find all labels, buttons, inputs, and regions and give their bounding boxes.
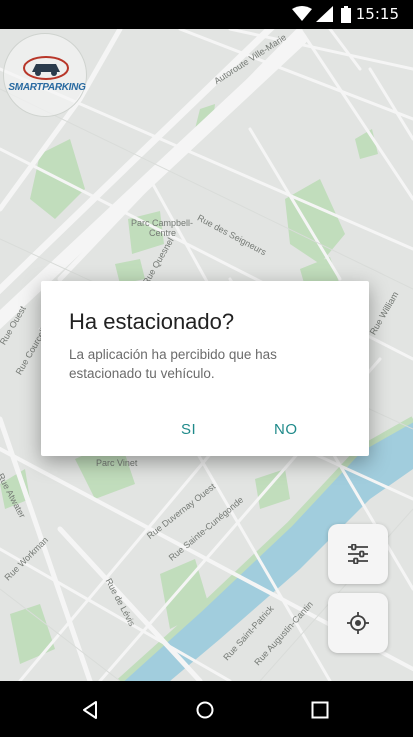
parked-dialog: Ha estacionado? La aplicación ha percibi…: [41, 281, 369, 456]
recents-square-icon: [311, 701, 329, 719]
recents-button[interactable]: [305, 695, 335, 725]
back-triangle-icon: [83, 701, 97, 719]
back-button[interactable]: [75, 695, 105, 725]
no-button[interactable]: NO: [274, 421, 298, 438]
yes-button[interactable]: SI: [181, 421, 196, 438]
navigation-bar: [0, 681, 413, 737]
home-circle-icon: [196, 701, 214, 719]
dialog-title: Ha estacionado?: [69, 309, 235, 334]
wifi-icon: [292, 6, 312, 21]
status-time: 15:15: [355, 5, 399, 23]
home-button[interactable]: [190, 695, 220, 725]
signal-icon: [316, 6, 333, 22]
dialog-message: La aplicación ha percibido que has estac…: [69, 347, 277, 381]
screen: 15:15 Autoroute Ville-Marie Parc Campbel…: [0, 0, 413, 737]
status-bar: 15:15: [0, 0, 413, 29]
battery-icon: [341, 6, 351, 23]
